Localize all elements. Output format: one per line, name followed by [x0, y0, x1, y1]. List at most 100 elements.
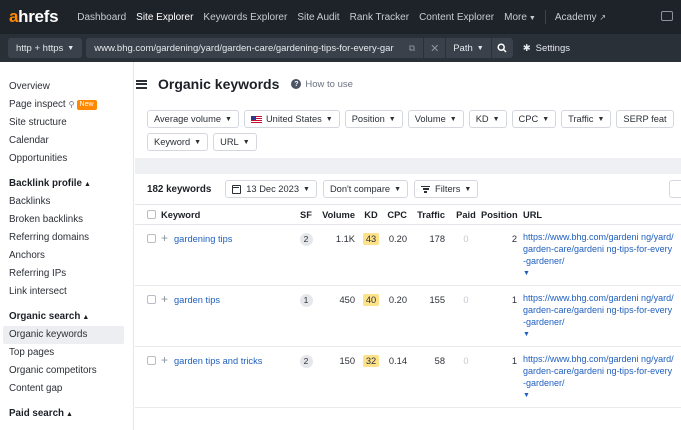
- filter-country[interactable]: United States ▼: [243, 110, 340, 128]
- filter-serp-features[interactable]: SERP feat: [616, 110, 674, 128]
- nav-site-audit[interactable]: Site Audit: [292, 12, 344, 23]
- nav-site-explorer[interactable]: Site Explorer: [131, 12, 198, 23]
- filter-keyword[interactable]: Keyword ▼: [147, 133, 209, 151]
- sidebar-section-paid-search[interactable]: Paid search ▲: [0, 405, 133, 423]
- sidebar-item-opportunities[interactable]: Opportunities: [0, 150, 133, 168]
- nav-dashboard[interactable]: Dashboard: [72, 12, 131, 23]
- col-paid[interactable]: Paid: [451, 204, 481, 225]
- serp-features-count[interactable]: 2: [299, 355, 313, 368]
- keyword-link[interactable]: gardening tips: [174, 234, 232, 244]
- filter-kd[interactable]: KD ▼: [468, 110, 507, 128]
- filter-url[interactable]: URL ▼: [213, 133, 257, 151]
- position-value: 2: [481, 224, 523, 286]
- page-header: Organic keywords ? How to use: [135, 62, 681, 106]
- filter-volume[interactable]: Volume ▼: [407, 110, 464, 128]
- settings-button[interactable]: ✱ Settings: [523, 43, 570, 54]
- sidebar-item-organic-keywords[interactable]: Organic keywords: [3, 326, 124, 344]
- sidebar-item-calendar[interactable]: Calendar: [0, 132, 133, 150]
- chevron-down-icon: ▼: [388, 115, 396, 123]
- table-row: + garden tips 1 450 40 0.20 155 0 1 https…: [135, 285, 681, 347]
- position-value: 1: [481, 285, 523, 347]
- sidebar-item-anchors[interactable]: Anchors: [0, 247, 133, 265]
- chevron-down-icon: ▼: [542, 115, 550, 123]
- sidebar-item-referring-domains[interactable]: Referring domains: [0, 229, 133, 247]
- chevron-down-icon[interactable]: ▼: [523, 392, 530, 399]
- results-toolbar: 182 keywords 13 Dec 2023 ▼ Don't compare ▼…: [135, 174, 681, 204]
- row-checkbox[interactable]: [147, 356, 156, 365]
- nav-academy[interactable]: Academy ↗: [550, 12, 611, 23]
- nav-rank-tracker[interactable]: Rank Tracker: [345, 12, 414, 23]
- question-icon: ?: [291, 79, 302, 89]
- sidebar-item-backlinks[interactable]: Backlinks: [0, 193, 133, 211]
- col-url[interactable]: URL: [523, 204, 681, 225]
- menu-icon[interactable]: [136, 79, 147, 89]
- ranking-url-link[interactable]: https://www.bhg.com/gardeni ng/yard/gard…: [523, 292, 681, 328]
- ranking-url-link[interactable]: https://www.bhg.com/gardeni ng/yard/gard…: [523, 353, 681, 389]
- row-checkbox[interactable]: [147, 295, 156, 304]
- sidebar-item-top-pages[interactable]: Top pages: [0, 344, 133, 362]
- row-checkbox[interactable]: [147, 234, 156, 243]
- nav-keywords-explorer[interactable]: Keywords Explorer: [198, 12, 292, 23]
- filter-position[interactable]: Position ▼: [344, 110, 403, 128]
- how-to-use-link[interactable]: ? How to use: [291, 79, 353, 90]
- keyword-link[interactable]: garden tips: [174, 295, 220, 305]
- cpc-value: 0.20: [381, 285, 413, 347]
- mode-select[interactable]: Path ▼: [445, 38, 491, 58]
- protocol-select[interactable]: http + https ▼: [8, 38, 83, 58]
- ranking-url-link[interactable]: https://www.bhg.com/gardeni ng/yard/gard…: [523, 231, 681, 267]
- traffic-value: 178: [413, 224, 451, 286]
- col-volume[interactable]: Volume: [321, 204, 361, 225]
- serp-features-count[interactable]: 1: [299, 294, 313, 307]
- filter-row-1: Average volume ▼ United States ▼ Position ▼…: [147, 110, 681, 128]
- ahrefs-logo[interactable]: ahrefs: [9, 7, 59, 27]
- col-keyword[interactable]: Keyword: [161, 204, 291, 225]
- filter-average-volume[interactable]: Average volume ▼: [147, 110, 239, 128]
- col-traffic[interactable]: Traffic: [413, 204, 451, 225]
- compare-select[interactable]: Don't compare ▼: [322, 180, 409, 198]
- search-icon: ⚲: [68, 100, 75, 109]
- monitor-icon[interactable]: [661, 11, 673, 21]
- filter-traffic[interactable]: Traffic ▼: [561, 110, 612, 128]
- col-sf[interactable]: SF: [291, 204, 321, 225]
- serp-features-count[interactable]: 2: [299, 233, 313, 246]
- nav-content-explorer[interactable]: Content Explorer: [414, 12, 499, 23]
- clear-url-button[interactable]: ✕: [423, 38, 446, 58]
- col-cpc[interactable]: CPC: [381, 204, 413, 225]
- sidebar-item-organic-competitors[interactable]: Organic competitors: [0, 362, 133, 380]
- sidebar-item-overview[interactable]: Overview: [0, 78, 133, 96]
- sidebar-item-link-intersect[interactable]: Link intersect: [0, 283, 133, 301]
- chevron-down-icon: ▼: [325, 115, 333, 123]
- sidebar-section-organic-search[interactable]: Organic search ▲: [0, 308, 133, 326]
- col-position[interactable]: Position: [481, 204, 523, 225]
- calendar-icon: [232, 184, 242, 194]
- date-picker[interactable]: 13 Dec 2023 ▼: [225, 180, 317, 198]
- chevron-up-icon: ▲: [66, 411, 73, 418]
- columns-button[interactable]: [669, 180, 681, 198]
- add-keyword-icon[interactable]: +: [161, 231, 168, 245]
- sidebar: Overview Page inspect ⚲ New Site structure…: [0, 62, 134, 430]
- sidebar-item-broken-backlinks[interactable]: Broken backlinks: [0, 211, 133, 229]
- add-keyword-icon[interactable]: +: [161, 353, 168, 367]
- filter-bar: Average volume ▼ United States ▼ Position ▼…: [135, 106, 681, 158]
- select-all-checkbox[interactable]: [147, 209, 156, 219]
- page-title: Organic keywords: [158, 76, 280, 92]
- filters-button[interactable]: Filters ▼: [414, 180, 479, 198]
- sidebar-item-page-inspect[interactable]: Page inspect ⚲ New: [0, 96, 133, 114]
- sidebar-section-backlink-profile[interactable]: Backlink profile ▲: [0, 175, 133, 193]
- external-link-icon[interactable]: ⧉: [409, 43, 415, 54]
- search-button[interactable]: [490, 38, 513, 58]
- target-url-input[interactable]: www.bhg.com/gardening/yard/garden-care/g…: [86, 38, 424, 58]
- col-kd[interactable]: KD: [361, 204, 381, 225]
- chevron-down-icon[interactable]: ▼: [523, 331, 530, 338]
- keyword-link[interactable]: garden tips and tricks: [174, 356, 262, 366]
- chevron-down-icon[interactable]: ▼: [523, 270, 530, 277]
- sidebar-item-referring-ips[interactable]: Referring IPs: [0, 265, 133, 283]
- add-keyword-icon[interactable]: +: [161, 292, 168, 306]
- filter-cpc[interactable]: CPC ▼: [511, 110, 557, 128]
- chevron-down-icon: ▼: [449, 115, 457, 123]
- position-value: 1: [481, 346, 523, 408]
- traffic-value: 58: [413, 346, 451, 408]
- sidebar-item-content-gap[interactable]: Content gap: [0, 380, 133, 398]
- sidebar-item-site-structure[interactable]: Site structure: [0, 114, 133, 132]
- nav-more[interactable]: More ▼: [499, 12, 541, 23]
